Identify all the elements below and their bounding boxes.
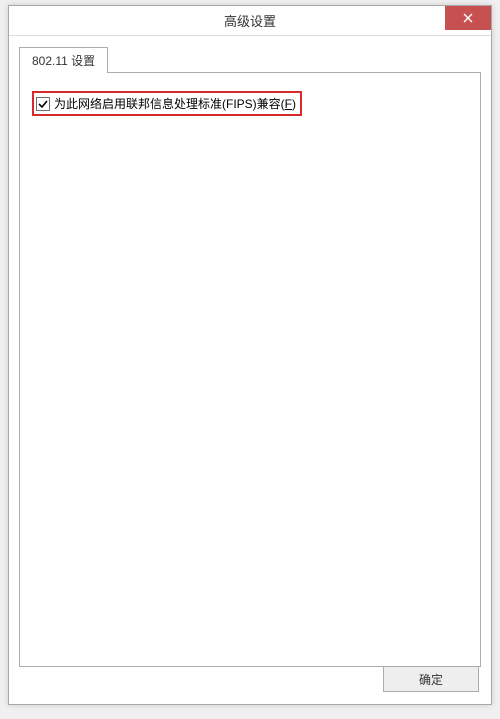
button-row: 确定 xyxy=(21,666,479,692)
fips-checkbox[interactable] xyxy=(36,97,50,111)
fips-checkbox-label[interactable]: 为此网络启用联邦信息处理标准(FIPS)兼容(F) xyxy=(54,95,296,112)
fips-checkbox-row[interactable]: 为此网络启用联邦信息处理标准(FIPS)兼容(F) xyxy=(32,91,302,116)
tab-80211-settings[interactable]: 802.11 设置 xyxy=(19,47,108,73)
tab-header: 802.11 设置 xyxy=(19,46,481,72)
ok-button[interactable]: 确定 xyxy=(383,666,479,692)
close-button[interactable] xyxy=(445,6,491,30)
titlebar: 高级设置 xyxy=(9,6,491,36)
check-icon xyxy=(38,99,48,109)
dialog-content: 802.11 设置 为此网络启用联邦信息处理标准(FIPS)兼容(F) 确定 xyxy=(9,36,491,704)
close-icon xyxy=(463,13,473,23)
window-title: 高级设置 xyxy=(224,11,276,30)
dialog-window: 高级设置 802.11 设置 为此网络启用联邦信息处理标准(FIPS)兼容(F) xyxy=(8,5,492,705)
tab-panel: 为此网络启用联邦信息处理标准(FIPS)兼容(F) xyxy=(19,72,481,667)
